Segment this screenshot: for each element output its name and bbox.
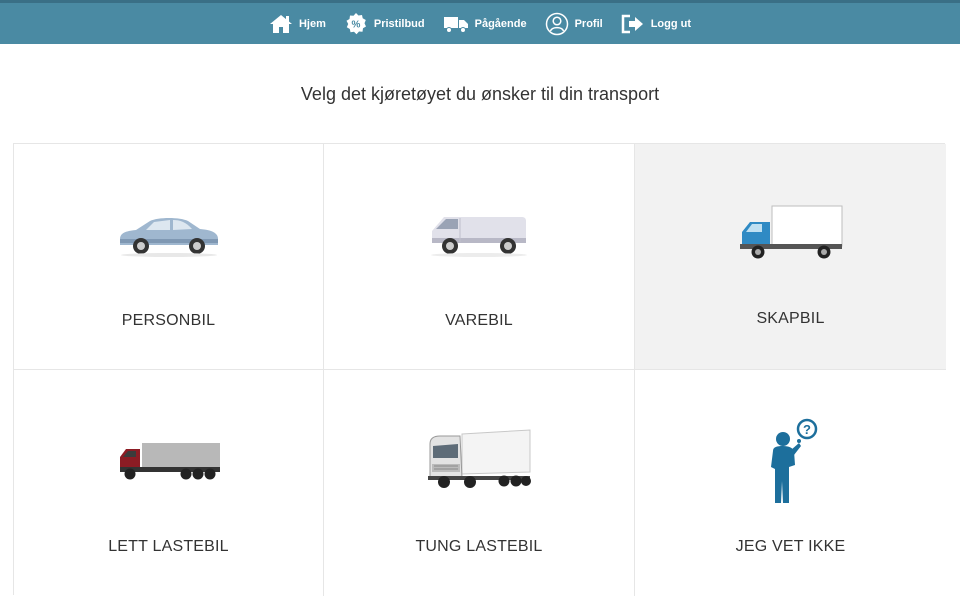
nav-pagaende[interactable]: Pågående (434, 3, 536, 44)
vehicle-option-skapbil[interactable]: SKAPBIL (635, 144, 946, 370)
box-truck-icon (739, 205, 842, 259)
user-icon (545, 12, 568, 35)
light-truck-icon (119, 443, 220, 480)
vehicle-option-personbil[interactable]: PERSONBIL (14, 144, 324, 370)
page-heading: Velg det kjøretøyet du ønsker til din tr… (300, 84, 660, 104)
home-icon (269, 14, 292, 33)
vehicle-option-varebil[interactable]: VAREBIL (324, 144, 635, 370)
nav-pagaende-label: Pågående (474, 17, 527, 30)
nav-home[interactable]: Hjem (260, 3, 335, 44)
nav-profil[interactable]: Profil (536, 3, 612, 44)
nav-logg-ut-label: Logg ut (650, 17, 692, 30)
nav-logg-ut[interactable]: Logg ut (612, 3, 700, 44)
vehicle-option-tung-lastebil[interactable]: TUNG LASTEBIL (324, 370, 635, 596)
vehicle-label: SKAPBIL (756, 310, 825, 327)
vehicle-option-lett-lastebil[interactable]: LETT LASTEBIL (14, 370, 324, 596)
unsure-person-icon: ? (770, 418, 817, 503)
svg-text:%: % (351, 19, 360, 30)
svg-text:?: ? (803, 422, 811, 437)
logout-icon (621, 14, 643, 33)
nav-pristilbud[interactable]: % Pristilbud (335, 3, 434, 44)
truck-icon (443, 16, 468, 33)
vehicle-grid: PERSONBIL VAREBIL SKAPBIL LETT LASTEBIL … (13, 143, 946, 596)
nav-profil-label: Profil (574, 17, 603, 30)
vehicle-label: VAREBIL (445, 312, 513, 329)
percent-icon: % (346, 12, 366, 34)
heavy-truck-icon (428, 429, 531, 488)
top-navigation-bar: Hjem % Pristilbud Pågående Profil Logg u… (0, 0, 960, 44)
vehicle-label: JEG VET IKKE (735, 538, 846, 555)
vehicle-option-jeg-vet-ikke[interactable]: ? JEG VET IKKE (635, 370, 946, 596)
car-icon (119, 218, 218, 257)
vehicle-label: PERSONBIL (121, 312, 216, 329)
nav-pristilbud-label: Pristilbud (373, 17, 425, 30)
vehicle-label: LETT LASTEBIL (108, 538, 229, 555)
nav-home-label: Hjem (298, 17, 326, 30)
van-icon (431, 217, 527, 257)
vehicle-label: TUNG LASTEBIL (415, 538, 543, 555)
